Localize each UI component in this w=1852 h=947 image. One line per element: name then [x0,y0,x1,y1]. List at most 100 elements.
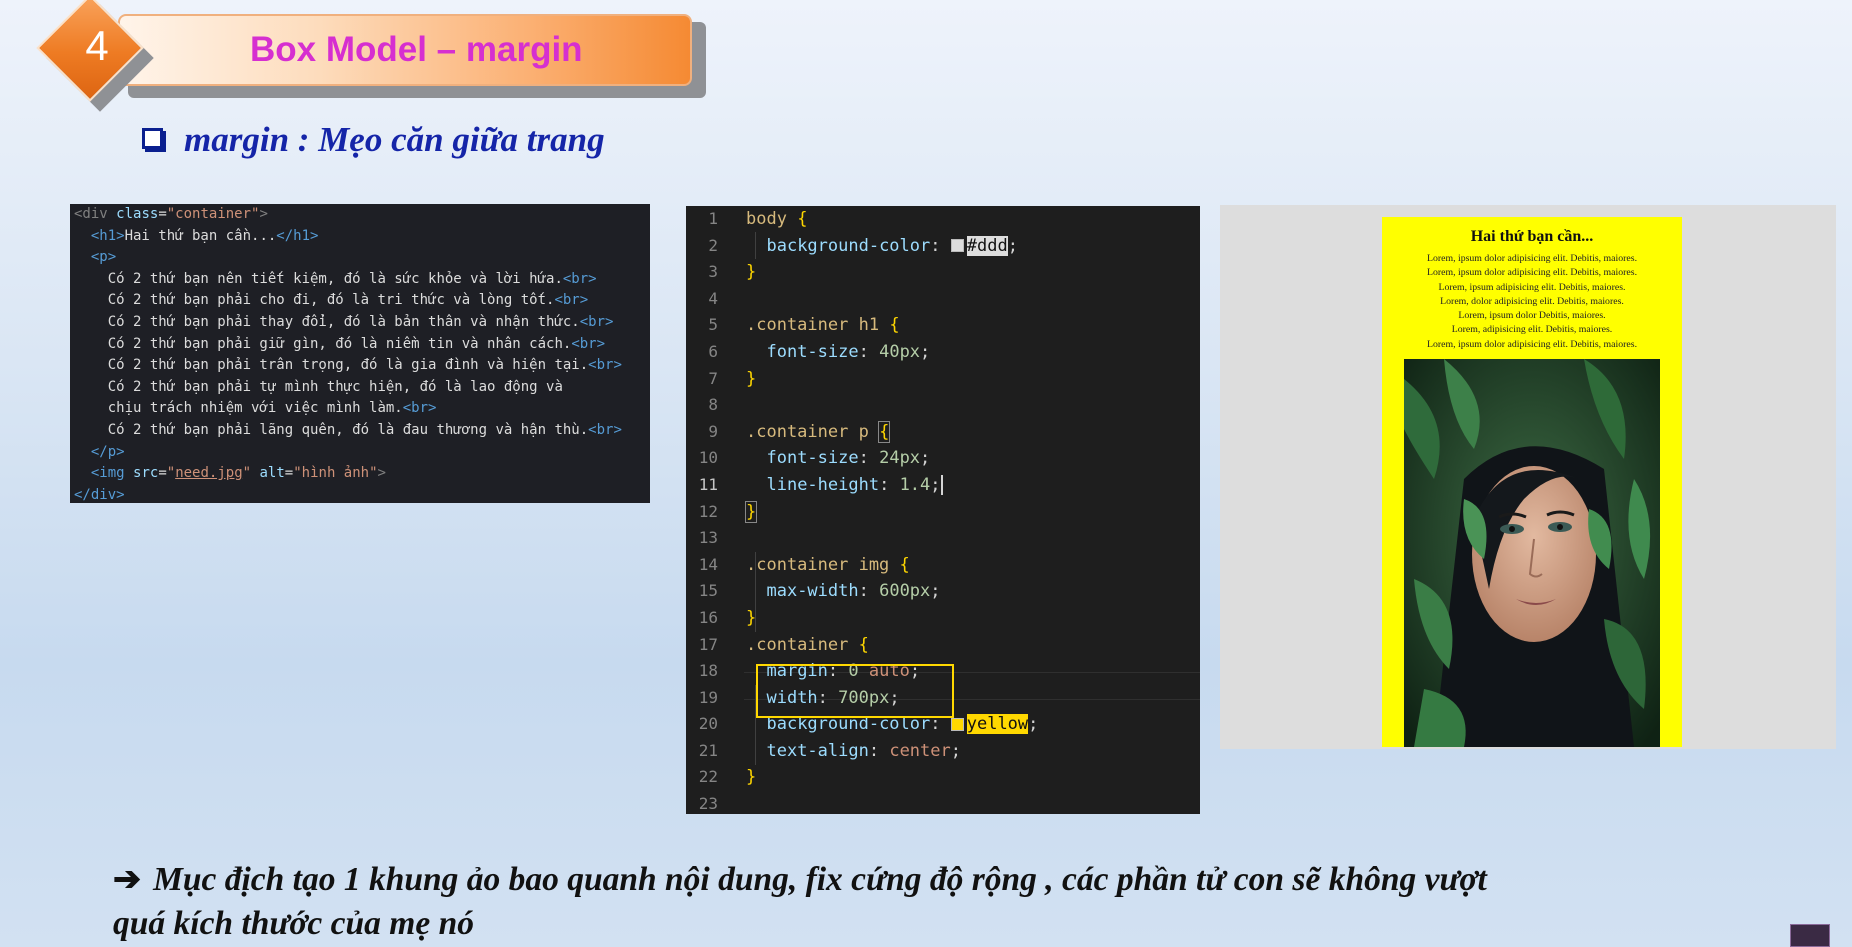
code-token: <br> [562,270,597,287]
highlight-box [756,664,954,718]
code-line-5: .container h1 { [746,315,900,336]
checkbox-bullet-icon [142,128,163,149]
line-number: 20 [698,714,718,734]
code-line-7: } [746,368,757,389]
code-token: <img [90,465,134,482]
line-number: 11 [698,474,718,494]
code-token: <h1> [90,227,125,244]
line-number: 4 [708,288,718,308]
preview-line: Lorem, ipsum dolor adipisicing elit. Deb… [1426,253,1638,264]
code-token: class [116,206,159,222]
code-text: Có 2 thứ bạn phải cho đi, đó là tri thức… [107,292,555,309]
code-line-6: font-size: 40px; [766,341,931,362]
line-number: 18 [698,661,718,681]
line-number: 5 [708,315,718,335]
code-token: > [377,465,386,482]
color-swatch-ddd[interactable] [950,239,964,253]
line-number: 14 [698,554,718,574]
code-line-15: max-width: 600px; [766,581,941,602]
browser-preview: Hai thứ bạn cần... Lorem, ipsum dolor ad… [1220,205,1836,749]
code-line-10: font-size: 24px; [766,448,931,469]
line-number: 17 [698,634,718,654]
code-token: > [259,206,268,222]
line-number: 15 [698,581,718,601]
code-token: <br> [402,400,437,417]
code-text: Có 2 thứ bạn nên tiết kiệm, đó là sức kh… [107,270,563,287]
note-line-1: Mục địch tạo 1 khung ảo bao quanh nội du… [153,861,1487,898]
right-arrow-icon: ➔ [113,861,142,898]
code-token: alt [259,465,285,482]
line-number: 23 [698,794,718,814]
code-token: "container" [166,206,260,222]
line-number: 19 [698,687,718,707]
code-line-11: line-height: 1.4; [766,474,943,495]
line-number: 3 [708,262,718,282]
line-number: 22 [698,767,718,787]
code-token: <br> [571,335,606,352]
preview-line: Lorem, ipsum dolor adipisicing elit. Deb… [1426,267,1638,279]
code-token: = [158,206,167,222]
code-text: Có 2 thứ bạn phải lãng quên, đó là đau t… [107,421,589,438]
preview-line: Lorem, ipsum dolor Debitis, maiores. [1458,310,1606,322]
html-code-panel: <div class="container"> <h1>Hai thứ bạn … [70,204,650,503]
color-swatch-yellow[interactable] [950,717,964,731]
code-token: <br> [588,421,622,438]
code-line-1: body { [746,209,808,229]
code-token: <div [74,206,117,222]
slide-title: Box Model – margin [250,30,583,69]
preview-line: Lorem, ipsum adipisicing elit. Debitis, … [1438,281,1626,293]
text-cursor [940,474,943,495]
line-number: 16 [698,607,718,627]
slide-number: 4 [85,22,109,69]
code-line-14: .container img { [746,554,910,575]
code-token: "hình ảnh" [293,465,378,482]
code-token: src [133,465,159,482]
code-token: </div> [74,486,125,503]
note-line-2: quá kích thước của mẹ nó [113,905,474,942]
image-src-link[interactable]: need.jpg [175,465,242,481]
line-number: 21 [698,740,718,760]
code-token: </h1> [276,227,319,244]
code-token: <br> [554,292,589,309]
code-token: </p> [90,443,125,460]
code-line-9: .container p { [746,420,891,443]
line-number: 6 [708,341,718,361]
preview-line: Lorem, ipsum dolor adipisicing elit. Deb… [1426,338,1638,350]
container-page: Hai thứ bạn cần... Lorem, ipsum dolor ad… [1382,217,1682,747]
css-code[interactable]: body { background-color: #ddd; } .contai… [744,206,1038,814]
subtitle: margin : Mẹo căn giữa trang [184,120,605,159]
code-token: <p> [90,249,117,266]
preview-line: Lorem, adipisicing elit. Debitis, maiore… [1451,324,1613,336]
code-text: Có 2 thứ bạn phải giữ gìn, đó là niềm ti… [107,335,572,352]
code-line-21: text-align: center; [766,740,961,761]
code-line-17: .container { [746,634,869,655]
code-token: Hai thứ bạn cần... [124,227,277,244]
code-text: Có 2 thứ bạn phải trân trọng, đó là gia … [107,357,589,374]
preview-line: Lorem, dolor adipisicing elit. Debitis, … [1440,295,1624,307]
code-line-2: background-color: #ddd; [766,235,1018,256]
html-code: <div class="container"> <h1>Hai thứ bạn … [74,206,622,503]
presenter-thumbnail [1790,924,1830,947]
line-number: 7 [708,368,718,388]
line-number: 10 [698,448,718,468]
portrait-photo [1404,359,1660,747]
preview-heading: Hai thứ bạn cần... [1470,228,1594,245]
line-number: 9 [708,421,718,441]
summary-note: ➔ Mục địch tạo 1 khung ảo bao quanh nội d… [113,858,1673,946]
line-number: 13 [698,528,718,548]
code-line-16: } [746,607,757,628]
css-editor-panel[interactable]: 1 2 3 4 5 6 7 8 9 10 11 12 13 14 15 16 17 18 19 20 21 22 23 bo… [686,206,1200,814]
code-line-22: } [746,767,757,788]
line-number-gutter: 1 2 3 4 5 6 7 8 9 10 11 12 13 14 15 16 17 18 19 20 21 22 23 [686,206,744,814]
line-number: 2 [708,235,718,255]
code-token: <br> [579,313,614,330]
code-line-3: } [746,262,757,283]
line-number: 1 [708,209,718,228]
code-line-12: } [744,500,758,523]
line-number: 12 [698,501,718,521]
code-text: chịu trách nhiệm với việc mình làm. [107,400,403,417]
